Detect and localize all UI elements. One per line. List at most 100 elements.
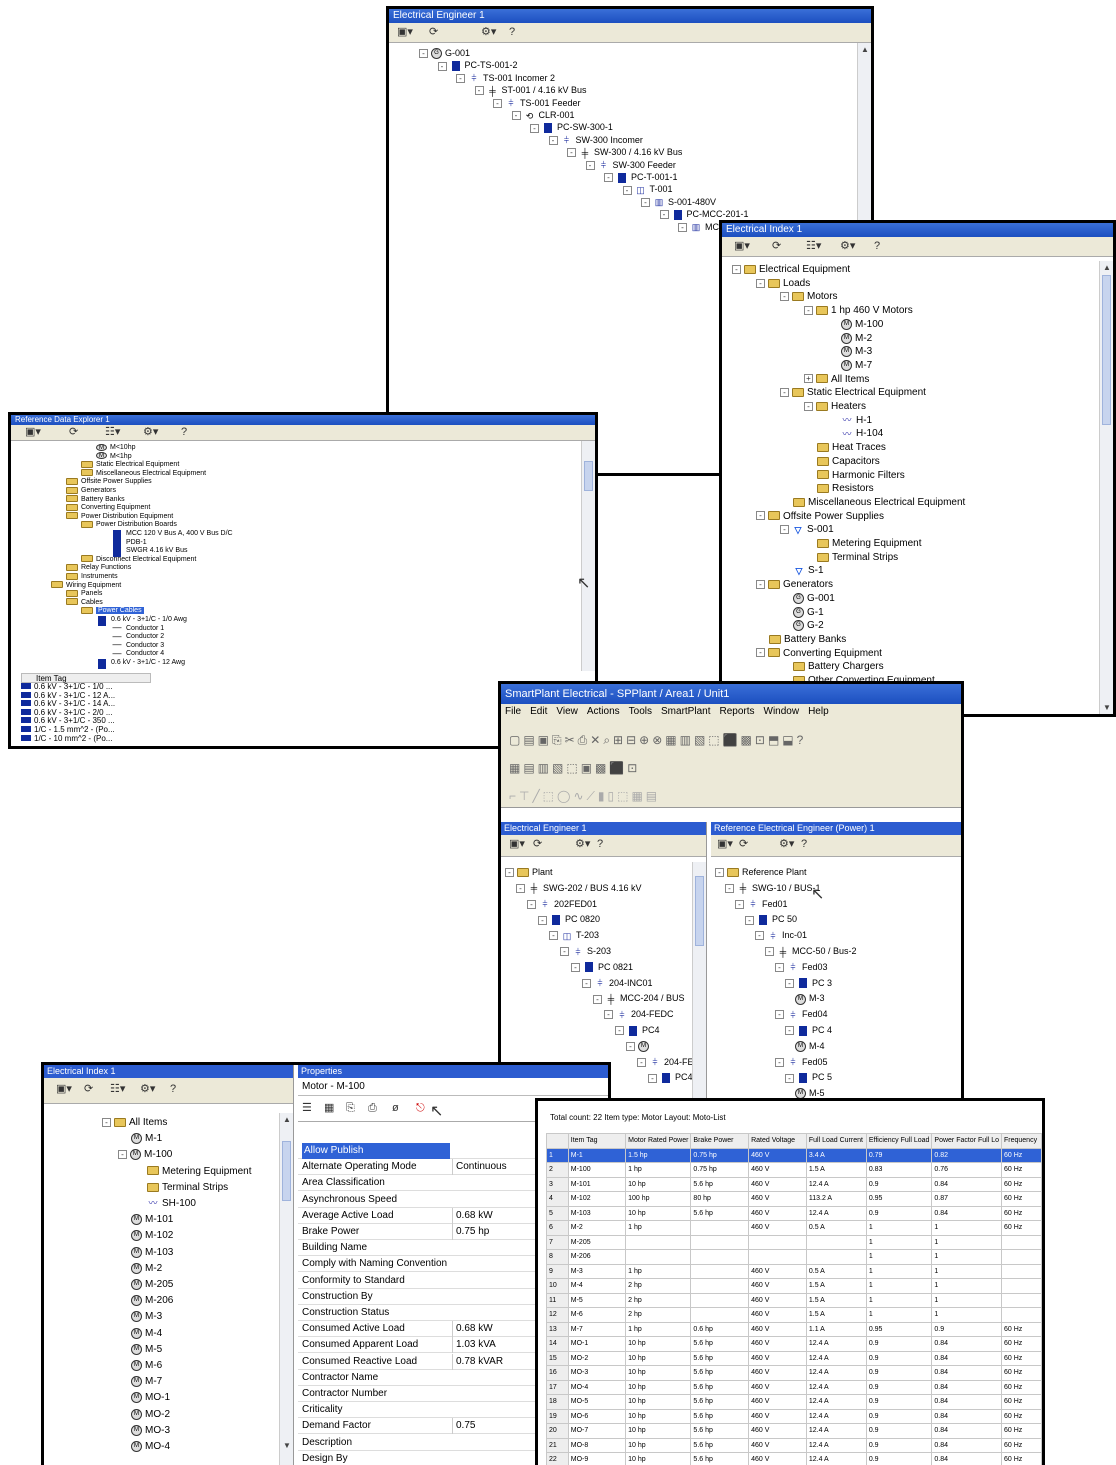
tree-node[interactable]: - ╪ SWG-10 / BUS-1 [725, 882, 821, 894]
tree-node[interactable]: M M-3 [131, 1311, 162, 1323]
table-cell[interactable]: 60 Hz [1001, 1423, 1042, 1439]
tree-node[interactable]: - Converting Equipment [756, 648, 882, 660]
vertical-scrollbar[interactable]: ▲ ▼ [1099, 261, 1113, 714]
table-row[interactable]: 13 M-7 1 hp 0.6 hp 460 V 1.1 A 0.95 0.9 60 Hz [546, 1321, 1042, 1337]
tree-node[interactable]: - PC 4 [785, 1024, 832, 1036]
table-cell[interactable]: 1 [865, 1307, 933, 1323]
table-cell[interactable]: MO-2 [567, 1350, 627, 1366]
draw-toolbar[interactable]: ⌐⊤╱⬚◯∿⟋▮▯⬚▦▤ [509, 782, 953, 810]
row-number[interactable]: 13 [546, 1321, 569, 1337]
collapse-icon[interactable]: - [548, 135, 558, 145]
collapse-icon[interactable]: - [582, 978, 591, 988]
tree-node[interactable]: M M-5 [131, 1343, 162, 1356]
tree-node[interactable]: - ⫩ Fed04 [775, 1008, 828, 1020]
tree-node[interactable]: M M-101 [131, 1214, 173, 1226]
scroll-up-icon[interactable]: ▲ [283, 1115, 291, 1124]
collapse-icon[interactable]: - [437, 61, 447, 71]
tree-node[interactable]: G G-1 [793, 606, 824, 619]
table-cell[interactable]: 5.6 hp [690, 1205, 750, 1221]
table-cell[interactable] [690, 1249, 750, 1265]
table-cell[interactable]: 1 [931, 1220, 1002, 1236]
scroll-up-icon[interactable]: ▲ [1103, 263, 1111, 272]
gear-icon[interactable]: ⚙▾ [481, 26, 496, 39]
table-cell[interactable]: 5.6 hp [690, 1176, 750, 1192]
collapse-icon[interactable]: - [659, 210, 669, 220]
tree-node[interactable]: - Motors [780, 291, 838, 303]
tree-node[interactable]: - ▥ S-001-480V [641, 196, 716, 208]
tree-node[interactable]: - PC-SW-300-1 [530, 121, 613, 134]
tree-node[interactable]: Battery Banks [769, 634, 846, 646]
tree-node[interactable]: - ⫩ Fed01 [735, 898, 788, 910]
menu-window[interactable]: Window [764, 706, 800, 717]
table-cell[interactable]: 10 hp [625, 1336, 692, 1352]
table-cell[interactable]: 0.9 [865, 1379, 933, 1395]
table-row[interactable]: 21 MO-8 10 hp 5.6 hp 460 V 12.4 A 0.9 0.84 60 Hz [546, 1437, 1042, 1453]
table-cell[interactable]: MO-1 [567, 1336, 627, 1352]
table-cell[interactable]: 60 Hz [1001, 1162, 1042, 1178]
table-cell[interactable]: 0.9 [865, 1408, 933, 1424]
table-cell[interactable]: 60 Hz [1001, 1321, 1042, 1337]
table-cell[interactable]: 0.75 hp [690, 1162, 750, 1178]
table-cell[interactable]: M-7 [567, 1321, 627, 1337]
filter-icon[interactable]: ▣▾ [734, 240, 750, 253]
table-row[interactable]: 3 M-101 10 hp 5.6 hp 460 V 12.4 A 0.9 0.84 60 Hz [546, 1176, 1042, 1192]
tree-node[interactable]: - G G-001 [419, 47, 470, 60]
row-number[interactable]: 8 [546, 1249, 569, 1265]
row-number[interactable]: 12 [546, 1307, 569, 1323]
table-cell[interactable]: M-1 [567, 1147, 627, 1163]
collapse-icon[interactable]: - [493, 98, 502, 108]
table-cell[interactable]: 60 Hz [1001, 1147, 1042, 1163]
gear-icon[interactable]: ⚙▾ [140, 1083, 155, 1096]
view-icon[interactable]: ☷▾ [110, 1083, 125, 1096]
row-number[interactable]: 21 [546, 1437, 569, 1453]
standard-toolbar[interactable]: ▢▤▣⎘✂⎙✕⌕⊞⊟⊕⊗▦▥▧⬚⬛▩⊡⬒⬓? [509, 726, 953, 754]
tree-node[interactable]: - PC-T-001-1 [604, 171, 678, 183]
table-row[interactable]: 9 M-3 1 hp 460 V 0.5 A11 [546, 1263, 1042, 1279]
table-cell[interactable]: 460 V [748, 1191, 807, 1207]
collapse-icon[interactable]: - [571, 962, 580, 972]
collapse-icon[interactable]: - [735, 899, 744, 909]
table-cell[interactable]: 5.6 hp [690, 1379, 750, 1395]
tree-node[interactable]: - PC 50 [745, 913, 797, 926]
table-cell[interactable] [748, 1234, 807, 1250]
tree-node[interactable]: -M [626, 1040, 652, 1052]
table-cell[interactable] [625, 1249, 692, 1265]
collapse-icon[interactable]: - [775, 1057, 784, 1067]
table-cell[interactable]: 0.84 [931, 1379, 1002, 1395]
tree-node[interactable]: - ⫩ TS-001 Incomer 2 [456, 72, 555, 84]
scroll-up-icon[interactable]: ▲ [861, 45, 869, 54]
vertical-scrollbar[interactable]: ▲ ▼ [279, 1113, 293, 1465]
table-cell[interactable]: 460 V [748, 1379, 807, 1395]
table-cell[interactable]: 1.5 A [805, 1307, 867, 1323]
table-cell[interactable]: 460 V [748, 1452, 807, 1465]
table-cell[interactable]: 460 V [748, 1278, 807, 1294]
table-cell[interactable]: 60 Hz [1001, 1394, 1042, 1410]
tree-node[interactable]: M M-205 [131, 1279, 173, 1291]
tree-node[interactable]: - PC4 [648, 1071, 692, 1084]
collapse-icon[interactable]: - [102, 1117, 111, 1127]
tree-node[interactable]: - ╪ SWG-202 / BUS 4.16 kV [516, 882, 642, 894]
tree-node[interactable]: - PC 3 [785, 977, 832, 989]
table-cell[interactable]: 460 V [748, 1292, 807, 1308]
menu-view[interactable]: View [556, 706, 578, 717]
table-cell[interactable]: 1 [865, 1220, 933, 1236]
table-cell[interactable]: 0.9 [865, 1350, 933, 1366]
tree-node[interactable]: - ⫩ Fed05 [775, 1056, 828, 1068]
table-cell[interactable]: 460 V [748, 1321, 807, 1337]
object-selector[interactable]: Motor - M-100 [298, 1078, 608, 1096]
row-number[interactable]: 16 [546, 1365, 569, 1381]
table-cell[interactable]: 10 hp [625, 1350, 692, 1366]
table-cell[interactable]: 0.76 [931, 1162, 1002, 1178]
table-cell[interactable]: 5.6 hp [690, 1408, 750, 1424]
table-cell[interactable] [1001, 1278, 1042, 1294]
table-cell[interactable]: 60 Hz [1001, 1408, 1042, 1424]
scroll-down-icon[interactable]: ▼ [283, 1441, 291, 1450]
tree-node[interactable]: M M-3 [841, 346, 872, 358]
refresh-icon[interactable]: ⟳ [533, 838, 542, 851]
refresh-icon[interactable]: ⟳ [739, 838, 748, 851]
collapse-icon[interactable]: - [538, 915, 547, 925]
table-cell[interactable]: 1 [865, 1278, 933, 1294]
table-row[interactable]: 10 M-4 2 hp 460 V 1.5 A11 [546, 1278, 1042, 1294]
table-cell[interactable]: MO-4 [567, 1379, 627, 1395]
tree-node[interactable]: M M-1 [131, 1133, 162, 1145]
